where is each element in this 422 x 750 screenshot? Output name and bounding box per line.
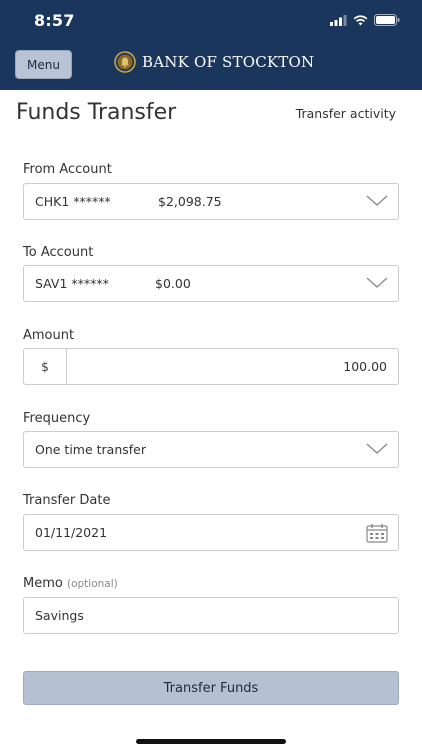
frequency-label: Frequency [23,411,91,426]
chevron-down-icon [366,277,388,288]
amount-input[interactable]: $ 100.00 [23,348,399,385]
transfer-activity-link[interactable]: Transfer activity [296,106,396,121]
from-account-label: From Account [23,162,112,177]
header-bar: Menu BANK OF STOCKTON [0,42,422,90]
from-account-balance: $2,098.75 [158,194,222,209]
home-indicator[interactable] [136,739,286,744]
to-account-name: SAV1 ****** [35,276,109,291]
transfer-date-label: Transfer Date [23,493,111,508]
amount-label: Amount [23,328,75,343]
status-bar: 8:57 [0,0,422,42]
status-icons [330,14,400,26]
from-account-name: CHK1 ****** [35,194,111,209]
calendar-icon[interactable] [366,523,388,543]
frequency-value: One time transfer [35,442,147,457]
chevron-down-icon [366,443,388,454]
transfer-funds-button[interactable]: Transfer Funds [23,671,399,705]
memo-label-text: Memo [23,576,63,591]
currency-prefix: $ [24,349,67,384]
page-title: Funds Transfer [16,100,177,125]
memo-input[interactable]: Savings [23,597,399,634]
frequency-select[interactable]: One time transfer [23,431,399,468]
status-time: 8:57 [34,11,75,30]
chevron-down-icon [366,195,388,206]
bank-logo[interactable]: BANK OF STOCKTON [114,51,314,73]
to-account-label: To Account [23,245,94,260]
transfer-date-value: 01/11/2021 [35,525,108,540]
brand-name: BANK OF STOCKTON [142,53,315,71]
transfer-date-input[interactable]: 01/11/2021 [23,514,399,551]
amount-value: 100.00 [343,359,387,374]
battery-icon [374,14,400,26]
to-account-balance: $0.00 [155,276,191,291]
menu-button[interactable]: Menu [15,50,72,79]
memo-label: Memo (optional) [23,576,118,591]
signal-icon [330,14,347,26]
bell-logo-icon [114,51,136,73]
wifi-icon [353,14,368,25]
memo-optional-hint: (optional) [66,578,118,590]
from-account-select[interactable]: CHK1 ****** $2,098.75 [23,183,399,220]
memo-value: Savings [35,608,84,623]
to-account-select[interactable]: SAV1 ****** $0.00 [23,265,399,302]
